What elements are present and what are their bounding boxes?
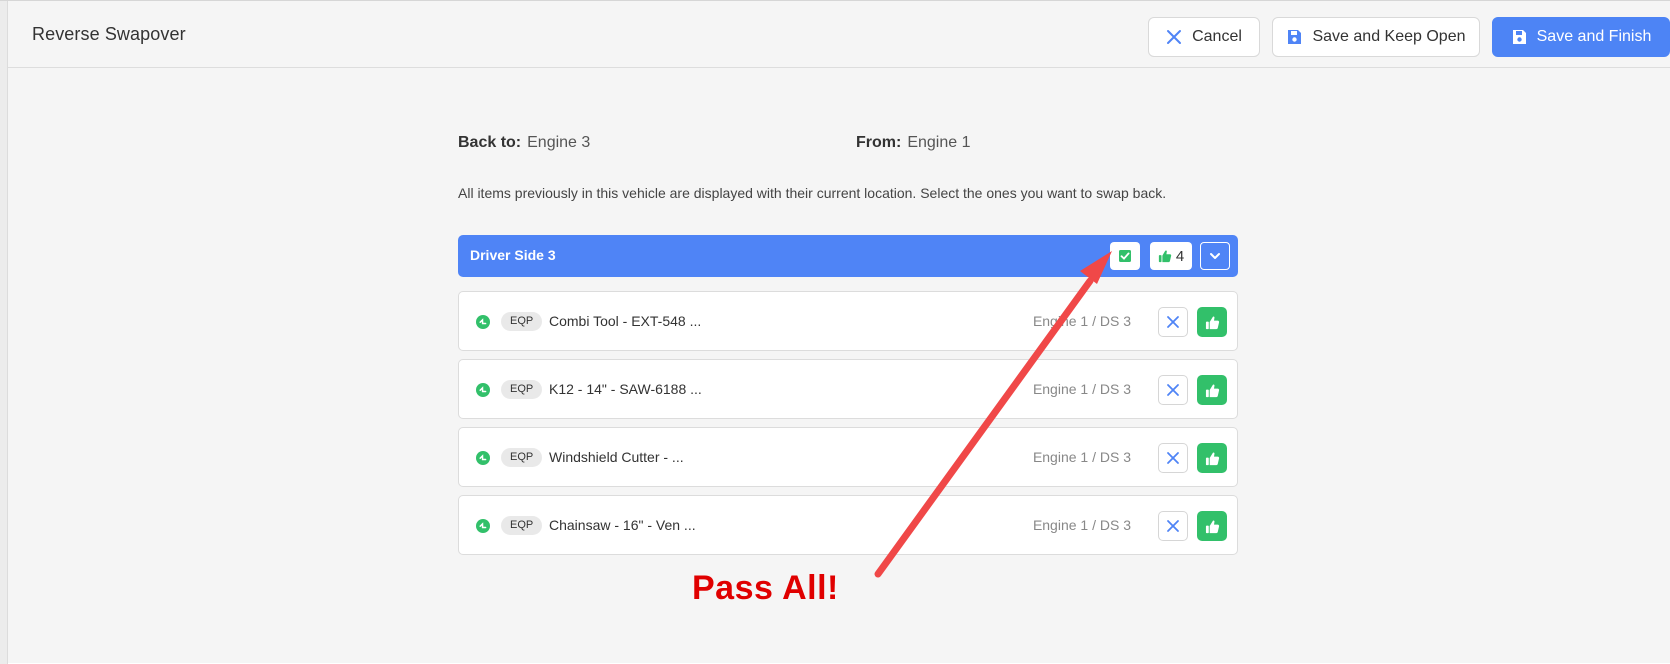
annotation-arrow bbox=[874, 251, 1112, 578]
app-frame: Reverse Swapover Cancel Save and Keep Op… bbox=[0, 0, 1670, 664]
annotation-text: Pass All! bbox=[692, 569, 839, 607]
